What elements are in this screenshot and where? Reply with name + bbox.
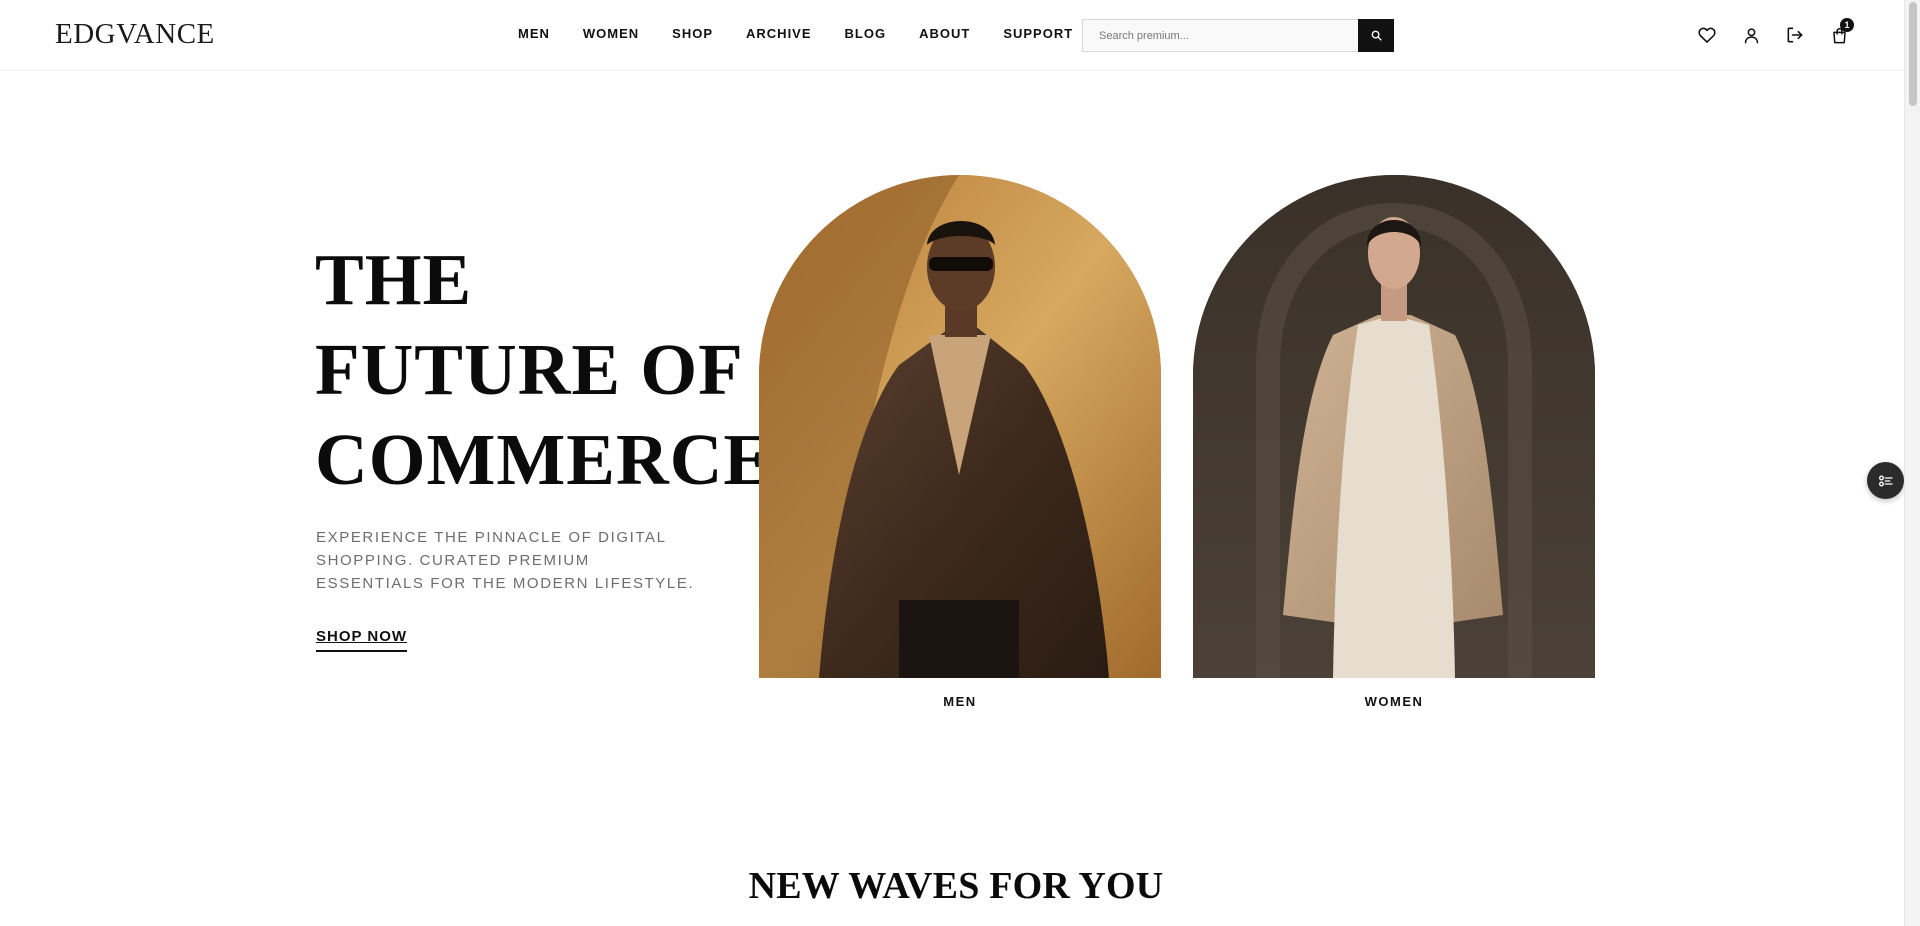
nav-item-women[interactable]: WOMEN bbox=[583, 26, 639, 41]
nav-item-shop[interactable]: SHOP bbox=[672, 26, 713, 41]
scrollbar-thumb[interactable] bbox=[1909, 2, 1917, 106]
floating-filter-button[interactable] bbox=[1867, 462, 1904, 499]
filter-list-icon bbox=[1878, 475, 1893, 486]
men-model-illustration bbox=[759, 175, 1161, 678]
header-actions: 1 bbox=[1685, 18, 1861, 48]
nav-item-men[interactable]: MEN bbox=[518, 26, 550, 41]
men-category-image[interactable] bbox=[759, 175, 1161, 678]
shop-now-link[interactable]: SHOP NOW bbox=[316, 628, 408, 652]
nav-item-about[interactable]: ABOUT bbox=[919, 26, 970, 41]
cart-button[interactable]: 1 bbox=[1817, 18, 1861, 48]
site-header: EDGVANCE MEN WOMEN SHOP ARCHIVE BLOG ABO… bbox=[0, 0, 1904, 71]
hero-title-line: COMMERCE bbox=[315, 419, 774, 500]
search-icon bbox=[1371, 30, 1382, 41]
hero-description: EXPERIENCE THE PINNACLE OF DIGITAL SHOPP… bbox=[316, 529, 695, 592]
cart-count-badge: 1 bbox=[1840, 18, 1854, 32]
hero-title-line: FUTURE OF bbox=[315, 329, 744, 410]
search-bar bbox=[1082, 19, 1394, 52]
hero-title: THE FUTURE OF COMMERCE bbox=[315, 235, 773, 505]
nav-item-blog[interactable]: BLOG bbox=[845, 26, 887, 41]
logout-button[interactable] bbox=[1773, 22, 1817, 48]
nav-item-support[interactable]: SUPPORT bbox=[1003, 26, 1073, 41]
main-nav: MEN WOMEN SHOP ARCHIVE BLOG ABOUT SUPPOR… bbox=[518, 26, 1106, 41]
heart-icon bbox=[1698, 27, 1716, 43]
women-category-label[interactable]: WOMEN bbox=[1193, 694, 1595, 709]
nav-item-archive[interactable]: ARCHIVE bbox=[746, 26, 812, 41]
women-category-image[interactable] bbox=[1193, 175, 1595, 678]
search-input[interactable] bbox=[1082, 19, 1358, 52]
wishlist-button[interactable] bbox=[1685, 22, 1729, 48]
logout-icon bbox=[1787, 27, 1803, 43]
men-category-label[interactable]: MEN bbox=[759, 694, 1161, 709]
hero-title-line: THE bbox=[315, 239, 473, 320]
user-icon bbox=[1744, 27, 1758, 43]
women-model-illustration bbox=[1193, 175, 1595, 678]
search-button[interactable] bbox=[1358, 19, 1394, 52]
section-title: NEW WAVES FOR YOU bbox=[748, 865, 1164, 907]
brand-logo[interactable]: EDGVANCE bbox=[55, 18, 215, 51]
account-button[interactable] bbox=[1729, 22, 1773, 48]
page-scrollbar[interactable] bbox=[1904, 0, 1920, 926]
